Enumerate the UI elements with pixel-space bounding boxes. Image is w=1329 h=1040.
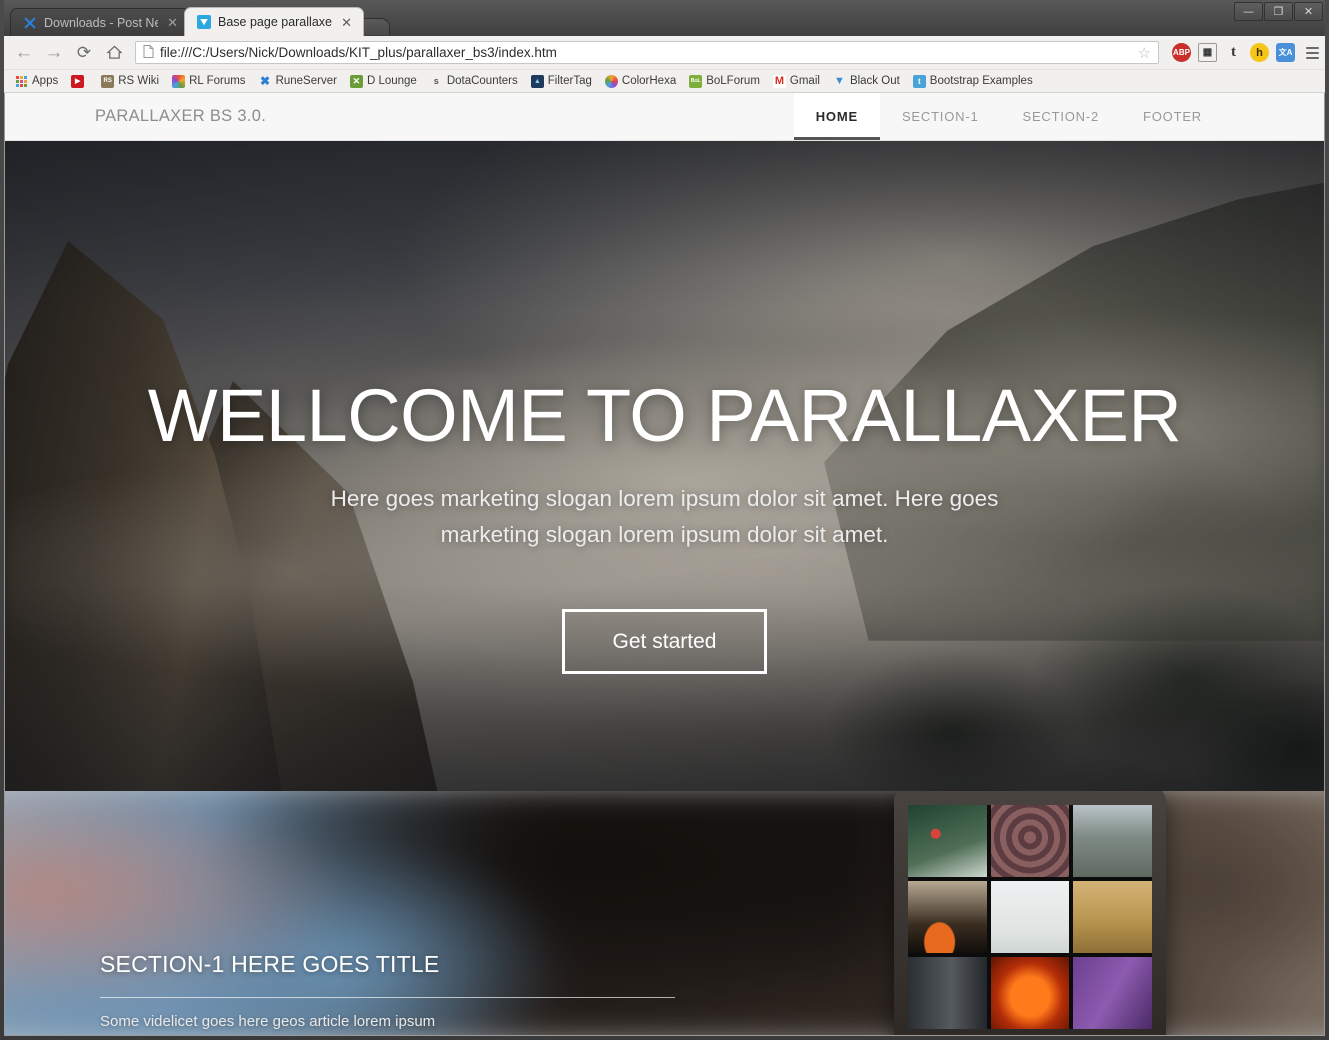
runeserver-icon: ✖ [260,74,271,88]
gmail-icon: M [772,74,786,88]
nav-item-footer[interactable]: FOOTER [1121,93,1224,140]
address-bar[interactable]: file:///C:/Users/Nick/Downloads/KIT_plus… [135,41,1159,64]
bookmark-rl-forums[interactable]: RL Forums [167,73,250,90]
grid-photo-texture [908,957,987,1029]
window-controls: — ❐ ✕ [1233,2,1323,21]
reload-icon[interactable]: ⟳ [70,39,98,67]
nav-item-section-1[interactable]: SECTION-1 [880,93,1001,140]
grid-photo-snake [990,805,1070,877]
bookmark-label: Apps [32,75,59,87]
hero-section: WELLCOME TO PARALLAXER Here goes marketi… [5,141,1324,791]
maximize-button[interactable]: ❐ [1264,2,1293,21]
section-1-body: Some videlicet goes here geos article lo… [100,1013,436,1030]
rl-forums-icon [172,74,186,88]
bootstrap-examples-icon: t [912,74,926,88]
bookmark-label: Gmail [789,75,820,87]
grid-photo-wolves [1073,805,1152,877]
page-document-icon [143,44,154,61]
rs-wiki-icon: RS [101,74,115,88]
grid-photo-neon [990,957,1070,1029]
site-brand[interactable]: PARALLAXER BS 3.0. [5,93,266,140]
browser-window: Downloads - Post New Th ✕ Base page para… [0,0,1329,1040]
d-lounge-icon: ✕ [349,74,363,88]
bookmark-label: Black Out [849,75,900,87]
browser-toolbar: ← → ⟳ file:///C:/Users/Nick/Downloads/KI… [4,36,1325,70]
title-bar: Downloads - Post New Th ✕ Base page para… [4,0,1325,36]
bootstrap-v-icon [197,15,211,29]
colorhexa-icon [604,74,618,88]
bookmark-black-out[interactable]: ▼ Black Out [828,73,905,90]
grid-photo-wheat [1073,881,1152,953]
bookmark-bootstrap-examples[interactable]: t Bootstrap Examples [908,73,1038,90]
site-nav-items: HOME SECTION-1 SECTION-2 FOOTER [793,93,1324,140]
bookmark-label: D Lounge [366,75,417,87]
bookmarks-bar: Apps ▶ RS RS Wiki RL Forums ✖ RuneServer… [4,70,1325,93]
bookmark-colorhexa[interactable]: ColorHexa [600,73,681,90]
get-started-button[interactable]: Get started [561,609,768,674]
bookmark-label: ColorHexa [621,75,677,87]
bookmark-youtube[interactable]: ▶ [66,73,93,90]
phone-mockup [894,791,1166,1035]
grid-photo-birds [990,881,1070,953]
nav-item-section-2[interactable]: SECTION-2 [1000,93,1121,140]
bookmark-bolforum[interactable]: BoL BoLForum [684,73,765,90]
bookmark-label: DotaCounters [446,75,518,87]
adblock-plus-icon[interactable]: ABP [1172,43,1191,62]
close-window-button[interactable]: ✕ [1294,2,1323,21]
bookmark-dotacounters[interactable]: s DotaCounters [425,73,523,90]
close-icon[interactable]: ✕ [165,16,180,29]
bookmark-filtertag[interactable]: ▲ FilterTag [526,73,597,90]
grid-photo-purple [1073,957,1152,1029]
translate-icon[interactable]: 文A [1276,43,1295,62]
bookmark-runeserver[interactable]: ✖ RuneServer [254,73,342,90]
black-out-icon: ▼ [833,75,845,87]
home-icon[interactable] [100,39,128,67]
grid-photo-surfer [908,805,987,877]
dotacounters-icon: s [433,76,439,86]
grid-photo-fire [908,881,987,953]
section-1-divider [100,997,675,998]
tab-title: Downloads - Post New Th [44,15,159,30]
url-text: file:///C:/Users/Nick/Downloads/KIT_plus… [160,45,557,60]
minimize-button[interactable]: — [1234,2,1263,21]
honey-icon[interactable]: h [1250,43,1269,62]
bookmark-gmail[interactable]: M Gmail [768,73,825,90]
phone-photo-grid [908,805,1152,1029]
close-icon[interactable]: ✕ [339,16,354,29]
bookmark-star-icon[interactable]: ☆ [1138,44,1151,62]
hamburger-menu-icon[interactable] [1302,46,1319,59]
browser-tab-parallaxer[interactable]: Base page parallaxer ✕ [184,7,364,36]
back-icon[interactable]: ← [10,39,38,67]
hero-content: WELLCOME TO PARALLAXER Here goes marketi… [5,141,1324,791]
hero-subtitle: Here goes marketing slogan lorem ipsum d… [330,486,999,547]
bookmark-label: RuneServer [275,75,337,87]
forward-icon[interactable]: → [40,39,68,67]
bookmark-apps[interactable]: Apps [10,73,63,90]
browser-tab-downloads[interactable]: Downloads - Post New Th ✕ [10,8,190,36]
bookmark-label: Bootstrap Examples [929,75,1033,87]
bookmark-label: FilterTag [547,75,592,87]
extension-icons: ABP ▦ t h 文A [1166,43,1319,62]
section-1-content: SECTION-1 HERE GOES TITLE Some videlicet… [100,951,675,1034]
page-viewport: PARALLAXER BS 3.0. HOME SECTION-1 SECTIO… [4,93,1325,1036]
bookmark-label: RS Wiki [118,75,160,87]
bookmark-label: BoLForum [706,75,760,87]
qr-code-icon[interactable]: ▦ [1198,43,1217,62]
tab-title: Base page parallaxer [218,15,333,29]
bolforum-icon: BoL [689,74,703,88]
site-navbar: PARALLAXER BS 3.0. HOME SECTION-1 SECTIO… [5,93,1324,141]
filtertag-icon: ▲ [530,74,544,88]
tumblr-icon[interactable]: t [1224,43,1243,62]
hero-title: WELLCOME TO PARALLAXER [147,374,1182,457]
youtube-icon: ▶ [71,74,85,88]
bookmark-d-lounge[interactable]: ✕ D Lounge [345,73,422,90]
bookmark-rs-wiki[interactable]: RS RS Wiki [96,73,164,90]
nav-item-home[interactable]: HOME [793,93,880,140]
section-1: SECTION-1 HERE GOES TITLE Some videlicet… [5,791,1324,1035]
new-tab-button[interactable] [360,18,390,35]
runeserver-icon [23,16,37,30]
bookmark-label: RL Forums [189,75,246,87]
apps-grid-icon [15,74,28,88]
section-1-title: SECTION-1 HERE GOES TITLE [100,951,440,977]
